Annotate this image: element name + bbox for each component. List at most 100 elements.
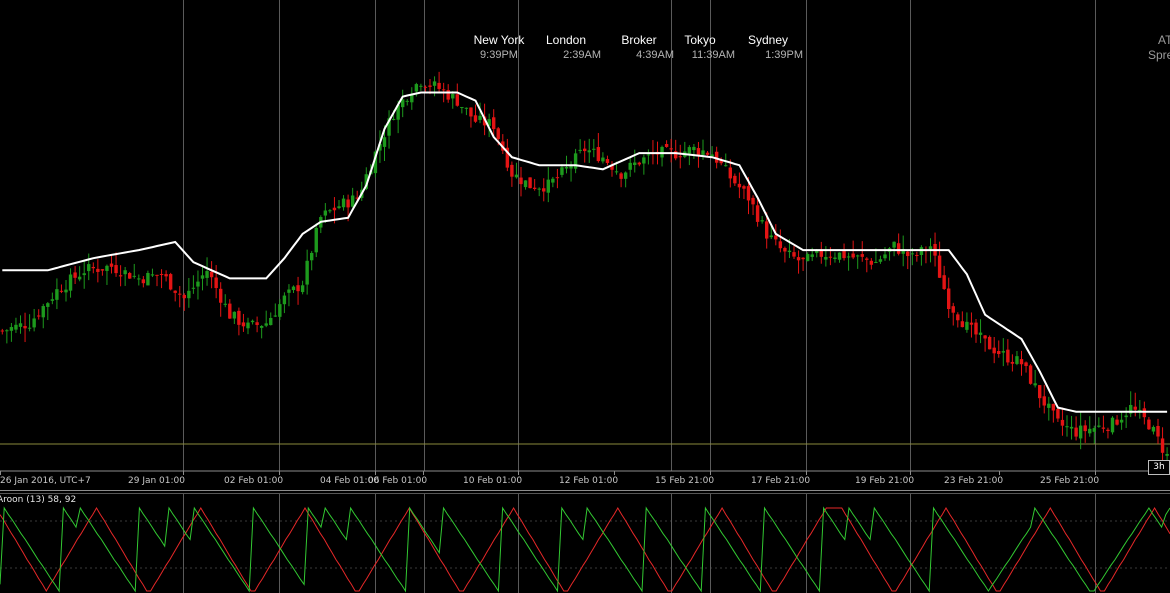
candle (842, 243, 846, 261)
candle-body (705, 152, 710, 155)
timeframe-badge[interactable]: 3h (1148, 460, 1170, 475)
candle (642, 154, 646, 175)
candle (919, 245, 924, 266)
candle-body (391, 118, 396, 120)
candle-body (592, 148, 596, 150)
candle-body (273, 315, 277, 317)
x-tick-label: 17 Feb 21:00 (751, 476, 810, 486)
candle (1151, 425, 1156, 435)
candle (200, 266, 205, 291)
candle (137, 274, 141, 286)
clock-time: 1:39PM (765, 49, 803, 61)
candle-body (578, 149, 582, 151)
candle (82, 261, 86, 289)
candle (219, 282, 223, 317)
candle (628, 157, 632, 177)
candle-body (942, 275, 946, 289)
candle-body (865, 258, 869, 260)
x-tick-label: 15 Feb 21:00 (655, 476, 714, 486)
candle-body (587, 150, 591, 153)
candle (18, 315, 23, 334)
candle-body (141, 279, 146, 284)
right-edge-label-bottom: Spre (1148, 48, 1170, 62)
candle (733, 173, 737, 186)
candle-body (478, 115, 482, 120)
clock-city: Broker (621, 33, 657, 47)
world-clock-london: London 2:39AM (531, 33, 601, 63)
candle-body (956, 314, 960, 321)
candle (269, 312, 273, 326)
candle-body (178, 293, 182, 295)
candle (1024, 361, 1028, 373)
candle (328, 209, 332, 214)
candle-body (228, 303, 232, 319)
candle-body (219, 288, 223, 303)
candle (341, 195, 346, 211)
candle (105, 264, 109, 285)
candle-body (560, 167, 564, 175)
candle-body (82, 273, 86, 276)
candle (860, 241, 864, 262)
x-tick-label: 26 Jan 2016, UTC+7 (0, 476, 91, 486)
candle-body (737, 183, 742, 188)
candle (55, 278, 59, 310)
candle (937, 241, 942, 279)
candle (1065, 415, 1069, 437)
candle (278, 299, 282, 321)
candle-body (473, 115, 478, 122)
candle-body (947, 288, 951, 309)
candle (291, 285, 296, 294)
candle (1028, 363, 1033, 385)
candle (68, 268, 73, 298)
candle (100, 269, 105, 276)
candle (924, 246, 928, 264)
candle-body (755, 205, 760, 222)
candle-body (50, 299, 55, 301)
candle-body (546, 179, 550, 193)
candle (264, 310, 268, 328)
candle-body (796, 257, 801, 261)
world-clock-new-york: New York 9:39PM (464, 33, 534, 63)
candle-body (191, 287, 196, 289)
candle-body (874, 262, 878, 264)
candle-body (551, 178, 555, 183)
candle-body (1033, 383, 1037, 386)
candle (178, 286, 182, 308)
candle-body (601, 157, 605, 162)
trading-chart[interactable]: 26 Jan 2016, UTC+7 29 Jan 01:00 02 Feb 01:… (0, 0, 1170, 593)
candle-body (291, 286, 296, 291)
candle (878, 255, 883, 264)
candle (583, 140, 587, 163)
candle-body (337, 206, 341, 209)
candle (778, 229, 783, 253)
candle (660, 145, 664, 167)
candle-body (278, 304, 282, 317)
candle-body (510, 164, 514, 177)
candle (50, 292, 55, 305)
world-clock-broker: Broker 4:39AM (604, 33, 674, 63)
candle (951, 302, 955, 326)
clock-time: 9:39PM (480, 49, 518, 61)
x-tick-label: 19 Feb 21:00 (855, 476, 914, 486)
candle (592, 139, 596, 158)
candle (837, 252, 842, 263)
candle-body (614, 171, 619, 173)
price-pane[interactable] (0, 0, 1170, 471)
aroon-pane[interactable]: Aroon (13) 58, 92 (0, 490, 1170, 593)
moving-average-line (2, 91, 1168, 413)
candle-body (951, 306, 955, 313)
candle-body (187, 290, 191, 299)
candle-body (232, 311, 237, 319)
candle-body (537, 188, 541, 190)
candle (1142, 401, 1147, 425)
candle (532, 179, 537, 191)
candle (451, 91, 455, 109)
candle (437, 71, 441, 93)
x-tick-label: 29 Jan 01:00 (128, 476, 185, 486)
candle-body (332, 207, 337, 211)
candle (1042, 384, 1046, 414)
candle (997, 340, 1001, 358)
candle-body (441, 89, 446, 91)
candle-body (728, 167, 732, 179)
candle (164, 270, 168, 282)
